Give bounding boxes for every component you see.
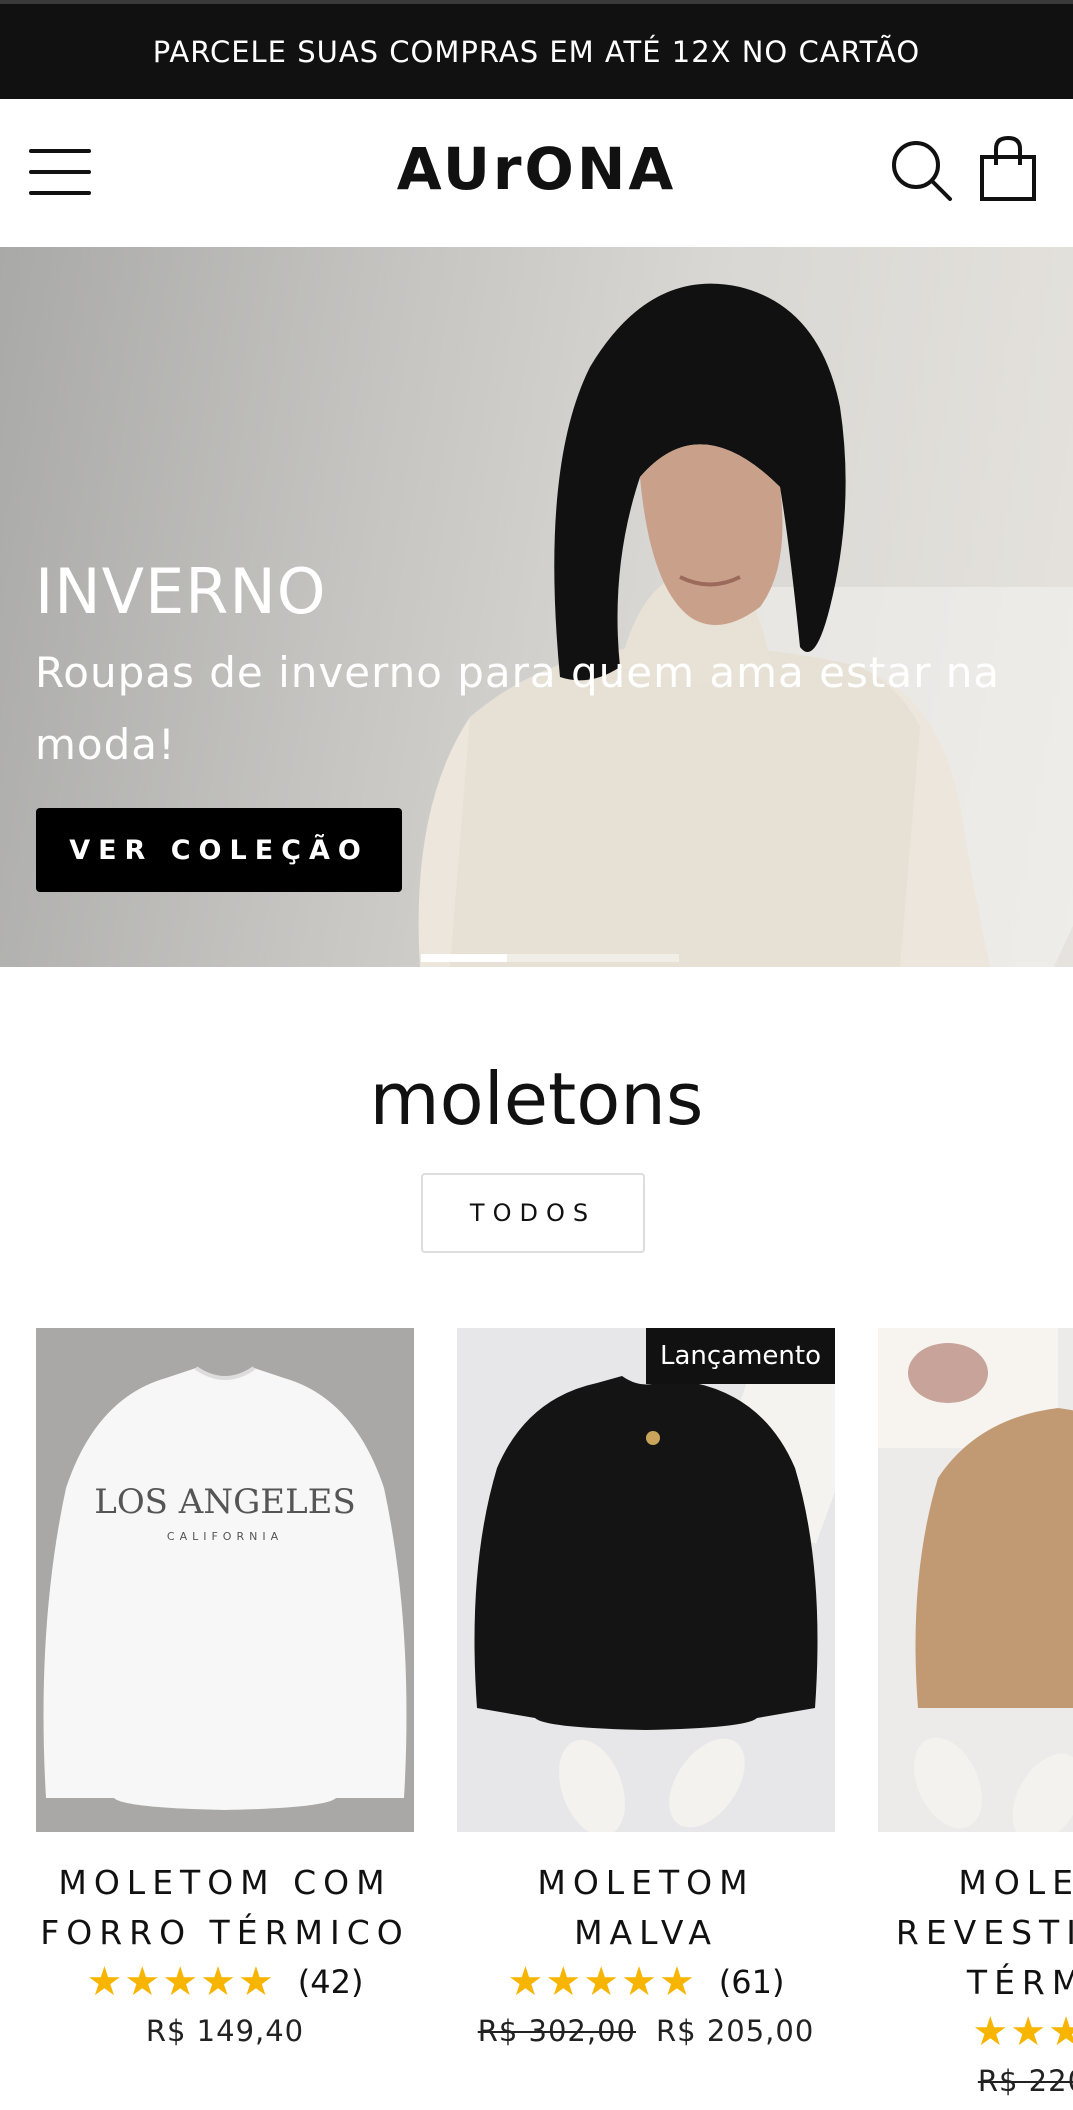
product-card[interactable]: Lançamento MOLETOM MALVA ★★★★★ (61) R$ 3… <box>457 1328 835 2048</box>
product-old-price: R$ 302,00 <box>477 2014 636 2048</box>
product-carousel[interactable]: LOS ANGELES CALIFORNIA MOLETOM COM FORRO… <box>36 1328 1073 2110</box>
star-rating-icon: ★★★★★ <box>507 1959 697 2005</box>
rating-count: (42) <box>297 1963 364 2001</box>
hero-subtitle: Roupas de inverno para quem ama estar na… <box>35 648 1001 769</box>
slider-dot[interactable] <box>593 954 679 962</box>
announcement-bar: PARCELE SUAS COMPRAS EM ATÉ 12X NO CARTÃ… <box>0 0 1073 99</box>
view-collection-button[interactable]: VER COLEÇÃO <box>36 808 402 892</box>
announcement-text: PARCELE SUAS COMPRAS EM ATÉ 12X NO CARTÃ… <box>152 34 921 69</box>
site-header: AUrONA <box>0 99 1073 247</box>
product-name[interactable]: MOLETOM COM FORRO TÉRMICO <box>36 1858 414 1958</box>
hero-banner[interactable]: INVERNO Roupas de inverno para quem ama … <box>0 247 1073 967</box>
slider-dots <box>421 954 679 962</box>
filter-all-button[interactable]: TODOS <box>421 1173 645 1253</box>
product-price-row: R$ 302,00 R$ 205,00 <box>457 2014 835 2048</box>
product-name[interactable]: MOLETOM REVESTIMENTO TÉRMICO <box>878 1858 1073 2008</box>
rating-count: (61) <box>718 1963 785 2001</box>
section-title: moletons <box>369 1057 704 1141</box>
product-rating: ★★★★★ (42) <box>36 1958 414 2006</box>
product-rating: ★★★★★ <box>878 2008 1073 2056</box>
product-price-row: R$ 220,00 <box>878 2064 1073 2098</box>
product-card[interactable]: MOLETOM REVESTIMENTO TÉRMICO ★★★★★ R$ 22… <box>878 1328 1073 2098</box>
svg-text:CALIFORNIA: CALIFORNIA <box>167 1530 283 1543</box>
slider-dot[interactable] <box>507 954 593 962</box>
product-image[interactable]: LOS ANGELES CALIFORNIA <box>36 1328 414 1832</box>
product-old-price: R$ 220,00 <box>977 2064 1073 2098</box>
svg-text:LOS ANGELES: LOS ANGELES <box>94 1482 356 1522</box>
slider-dot[interactable] <box>421 954 507 962</box>
filter-all-label: TODOS <box>469 1199 597 1227</box>
product-badge: Lançamento <box>645 1328 835 1384</box>
star-rating-icon: ★★★★★ <box>86 1959 276 2005</box>
hero-title: INVERNO <box>35 555 327 628</box>
product-price: R$ 149,40 <box>145 2014 305 2048</box>
product-name[interactable]: MOLETOM MALVA <box>457 1858 835 1958</box>
product-rating: ★★★★★ (61) <box>457 1958 835 2006</box>
star-rating-icon: ★★★★★ <box>972 2009 1073 2055</box>
search-icon[interactable] <box>890 139 954 203</box>
product-image[interactable] <box>878 1328 1073 1832</box>
view-collection-label: VER COLEÇÃO <box>69 834 369 866</box>
product-card[interactable]: LOS ANGELES CALIFORNIA MOLETOM COM FORRO… <box>36 1328 414 2048</box>
product-image[interactable]: Lançamento <box>457 1328 835 1832</box>
product-price: R$ 205,00 <box>656 2014 815 2048</box>
product-price-row: R$ 149,40 <box>36 2014 414 2048</box>
shopping-bag-icon[interactable] <box>978 135 1038 203</box>
